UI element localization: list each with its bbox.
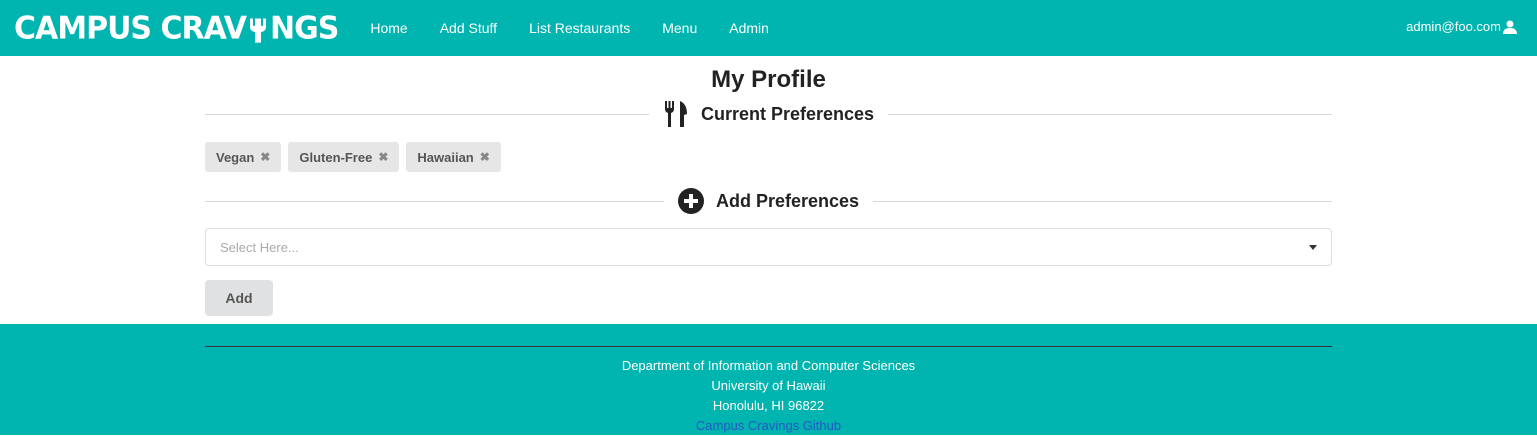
brand-logo[interactable]: CAMPUS CRAV NGS <box>14 9 339 47</box>
nav-item-list-restaurants[interactable]: List Restaurants <box>529 20 630 36</box>
add-preferences-label: Add Preferences <box>715 190 860 211</box>
current-preferences-divider: Current Preferences <box>205 100 1333 128</box>
brand-text-right: NGS <box>270 9 339 47</box>
add-preferences-heading: Add Preferences <box>664 188 873 214</box>
add-preferences-divider: Add Preferences <box>205 188 1332 214</box>
utensils-icon <box>664 101 687 127</box>
add-button[interactable]: Add <box>205 280 273 316</box>
divider-line <box>888 113 1333 115</box>
plus-circle-icon <box>677 188 704 214</box>
brand-text-left: CAMPUS CRAV <box>14 9 247 47</box>
footer-divider <box>205 346 1332 347</box>
tag-label: Gluten-Free <box>299 149 373 165</box>
user-email: admin@foo.com <box>1406 19 1501 34</box>
fork-y-icon <box>247 14 269 42</box>
nav-item-home[interactable]: Home <box>370 20 407 36</box>
preference-tag: Vegan ✖ <box>205 142 282 172</box>
footer-department: Department of Information and Computer S… <box>621 358 916 373</box>
navbar: CAMPUS CRAV NGS Home Add Stuff List Rest… <box>0 0 1537 56</box>
footer-university: University of Hawaii <box>711 378 826 393</box>
divider-line <box>205 200 664 202</box>
tag-label: Hawaiian <box>417 149 474 165</box>
nav-item-menu[interactable]: Menu <box>662 20 697 36</box>
footer: Department of Information and Computer S… <box>0 324 1537 435</box>
remove-tag-icon[interactable]: ✖ <box>480 150 490 164</box>
preference-tag: Gluten-Free ✖ <box>288 142 400 172</box>
github-link[interactable]: Campus Cravings Github <box>0 416 1537 436</box>
nav-item-admin[interactable]: Admin <box>729 20 769 36</box>
chevron-down-icon <box>1309 244 1317 250</box>
footer-address: Honolulu, HI 96822 <box>712 398 825 413</box>
remove-tag-icon[interactable]: ✖ <box>378 150 388 164</box>
current-preferences-label: Current Preferences <box>700 103 875 124</box>
tag-label: Vegan <box>216 149 255 165</box>
divider-line <box>873 200 1332 202</box>
preference-tag: Hawaiian ✖ <box>406 142 501 172</box>
user-menu[interactable]: admin@foo.com <box>1406 19 1517 34</box>
nav-menu: Home Add Stuff List Restaurants Menu Adm… <box>370 20 801 36</box>
nav-item-add-stuff[interactable]: Add Stuff <box>440 20 497 36</box>
preference-tags: Vegan ✖ Gluten-Free ✖ Hawaiian ✖ <box>205 142 1537 172</box>
user-icon <box>1503 20 1517 34</box>
preference-select[interactable]: Select Here... <box>205 228 1332 266</box>
current-preferences-heading: Current Preferences <box>649 100 888 128</box>
remove-tag-icon[interactable]: ✖ <box>260 150 270 164</box>
divider-line <box>205 113 649 115</box>
page-title: My Profile <box>711 66 826 93</box>
select-placeholder: Select Here... <box>220 239 299 255</box>
